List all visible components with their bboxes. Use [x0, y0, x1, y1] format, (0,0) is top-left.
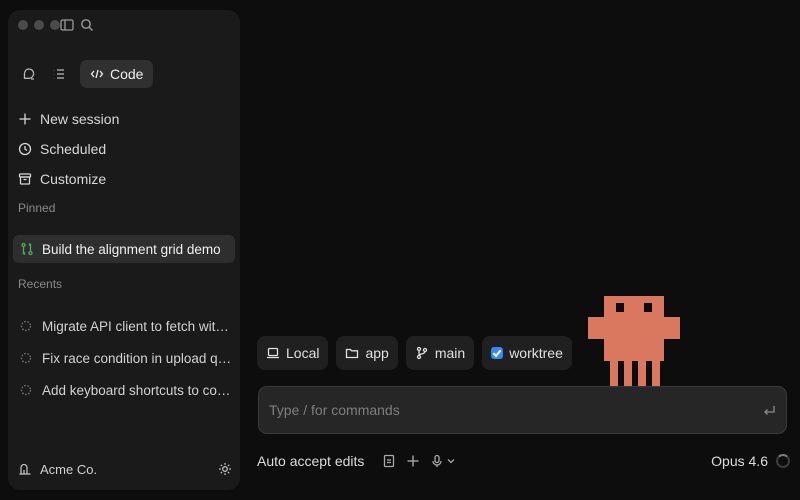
toolbar-icons: [382, 454, 456, 468]
model-label: Opus 4.6: [711, 453, 768, 469]
location-label: Local: [286, 345, 320, 361]
location-chip[interactable]: Local: [257, 336, 329, 370]
pinned-section-label: Pinned: [18, 201, 56, 215]
worktree-chip[interactable]: worktree: [482, 336, 572, 370]
worktree-checkbox[interactable]: [491, 347, 504, 359]
pending-spinner-icon: [20, 352, 32, 364]
enter-icon[interactable]: [762, 403, 776, 417]
window-controls: [18, 20, 60, 30]
plus-icon: [19, 113, 31, 125]
recent-session-item[interactable]: Migrate API client to fetch with retries: [8, 310, 240, 342]
plus-icon[interactable]: [406, 454, 420, 468]
pixel-mascot-icon: [588, 296, 680, 386]
pending-spinner-icon: [20, 384, 32, 396]
git-compare-icon: [21, 242, 33, 256]
minimize-window-button[interactable]: [34, 20, 44, 30]
folder-label: app: [365, 345, 389, 361]
folder-chip[interactable]: app: [336, 336, 398, 370]
worktree-label: worktree: [509, 345, 563, 361]
auto-accept-edits-toggle[interactable]: Auto accept edits: [257, 453, 364, 469]
model-selector[interactable]: Opus 4.6: [711, 453, 790, 469]
laptop-icon: [267, 347, 279, 359]
sidebar: Code New session Scheduled Customize Pin…: [8, 10, 240, 490]
clock-icon: [18, 142, 32, 156]
chevron-down-icon: [447, 459, 455, 464]
folder-icon: [346, 348, 359, 359]
scheduled-label: Scheduled: [40, 141, 107, 157]
checkmark-icon: [492, 349, 502, 358]
pinned-session-label: Build the alignment grid demo: [42, 241, 221, 257]
list-icon: [53, 69, 64, 79]
organization-name[interactable]: Acme Co.: [40, 462, 97, 477]
new-session-button[interactable]: New session: [8, 104, 240, 134]
pending-spinner-icon: [20, 320, 32, 332]
chat-mode-button[interactable]: [16, 61, 42, 87]
code-mode-label: Code: [110, 66, 144, 82]
maximize-window-button[interactable]: [50, 20, 60, 30]
sidebar-menu: New session Scheduled Customize: [8, 104, 240, 194]
document-icon[interactable]: [382, 454, 396, 468]
recent-session-item[interactable]: Fix race condition in upload queue: [8, 342, 240, 374]
context-chips: Local app main worktree: [257, 336, 572, 370]
recent-session-item[interactable]: Add keyboard shortcuts to command palett…: [8, 374, 240, 406]
sidebar-toggle-icon[interactable]: [60, 18, 74, 32]
recent-session-label: Fix race condition in upload queue: [42, 350, 232, 366]
close-window-button[interactable]: [18, 20, 28, 30]
context-usage-ring-icon: [776, 454, 790, 468]
scheduled-button[interactable]: Scheduled: [8, 134, 240, 164]
code-icon: [90, 69, 104, 79]
microphone-button[interactable]: [430, 454, 456, 468]
microphone-icon: [432, 454, 443, 467]
prompt-placeholder: Type / for commands: [269, 402, 400, 418]
bottom-toolbar: Auto accept edits Opus 4.6: [257, 450, 790, 472]
recent-session-label: Add keyboard shortcuts to command palett…: [42, 382, 232, 398]
customize-label: Customize: [40, 171, 107, 187]
new-session-label: New session: [40, 111, 120, 127]
mode-switcher: Code: [16, 60, 154, 88]
recents-list: Migrate API client to fetch with retries…: [8, 310, 240, 406]
branch-chip[interactable]: main: [405, 336, 475, 370]
app-window: Code New session Scheduled Customize Pin…: [0, 0, 800, 500]
recents-section-label: Recents: [18, 277, 63, 291]
bubble-icon: [23, 68, 35, 80]
tasks-mode-button[interactable]: [46, 61, 72, 87]
prompt-input[interactable]: Type / for commands: [258, 386, 787, 434]
pinned-session-item[interactable]: Build the alignment grid demo: [13, 235, 235, 263]
recent-session-label: Migrate API client to fetch with retries: [42, 318, 232, 334]
settings-sun-icon[interactable]: [218, 462, 232, 476]
customize-button[interactable]: Customize: [8, 164, 240, 194]
code-mode-button[interactable]: Code: [80, 60, 154, 88]
organization-icon: [19, 463, 31, 475]
branch-label: main: [434, 345, 466, 361]
search-icon[interactable]: [80, 18, 94, 32]
sidebar-footer: Acme Co.: [18, 458, 232, 480]
git-branch-icon: [416, 346, 427, 360]
archive-icon: [18, 173, 32, 185]
